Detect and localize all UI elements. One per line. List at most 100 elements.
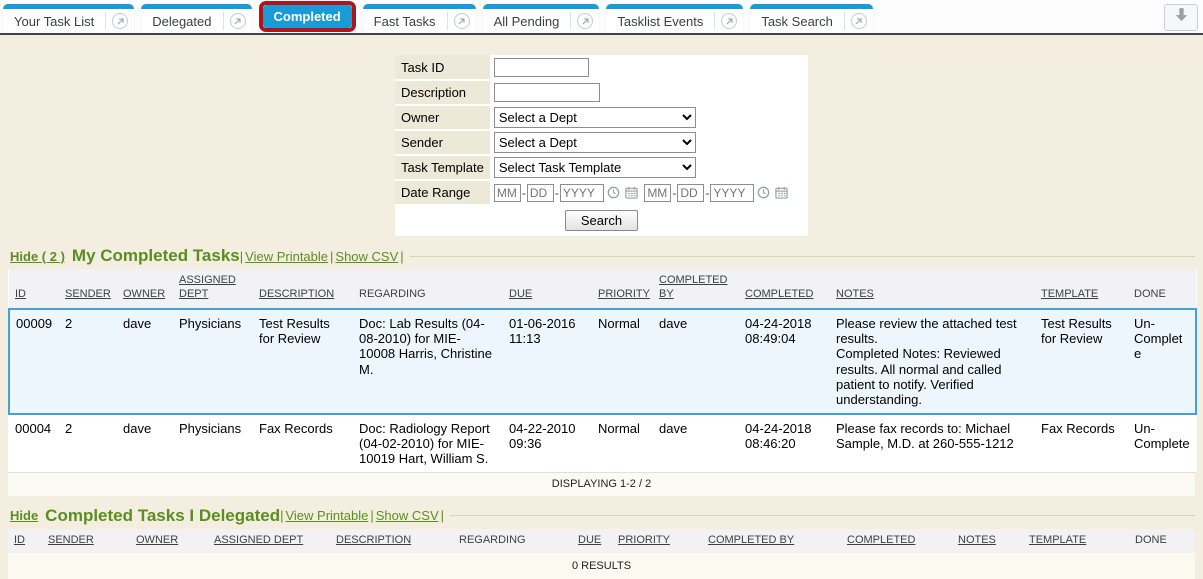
external-link-icon	[230, 13, 246, 29]
column-header-template[interactable]: TEMPLATE	[1023, 529, 1129, 553]
separator: |	[240, 249, 243, 264]
calendar-icon[interactable]	[625, 186, 638, 199]
column-header-id[interactable]: ID	[9, 269, 59, 309]
column-header-due[interactable]: DUE	[572, 529, 612, 553]
end-month-input[interactable]	[644, 184, 671, 202]
date-separator: -	[555, 186, 559, 200]
table-row[interactable]: 000042davePhysiciansFax RecordsDoc: Radi…	[9, 414, 1196, 472]
date-separator: -	[672, 186, 676, 200]
calendar-icon[interactable]	[775, 186, 788, 199]
tab-label: Your Task List	[3, 9, 105, 33]
cell-owner: dave	[117, 414, 173, 472]
tab-fast-tasks[interactable]: Fast Tasks	[363, 4, 476, 33]
column-header-sender[interactable]: SENDER	[42, 529, 130, 553]
column-header-done: DONE	[1129, 529, 1195, 553]
cell-done[interactable]: Un-Complete	[1128, 309, 1196, 414]
clock-icon[interactable]	[607, 186, 620, 199]
cell-due: 04-22-2010 09:36	[503, 414, 592, 472]
column-header-description[interactable]: DESCRIPTION	[330, 529, 453, 553]
hide-link[interactable]: Hide	[10, 508, 38, 523]
task-id-label: Task ID	[395, 55, 490, 80]
column-header-completed[interactable]: COMPLETED	[841, 529, 952, 553]
column-header-completed[interactable]: COMPLETED	[739, 269, 830, 309]
column-header-owner[interactable]: OWNER	[117, 269, 173, 309]
tab-open-new-window-button[interactable]	[715, 9, 743, 33]
column-header-completed-by[interactable]: COMPLETED BY	[653, 269, 739, 309]
end-day-input[interactable]	[677, 184, 704, 202]
cell-completed: 04-24-2018 08:46:20	[739, 414, 830, 472]
cell-description: Test Results for Review	[253, 309, 353, 414]
column-header-sender[interactable]: SENDER	[59, 269, 117, 309]
tab-task-search[interactable]: Task Search	[750, 4, 873, 33]
tab-open-new-window-button[interactable]	[106, 9, 134, 33]
cell-completed-by: dave	[653, 414, 739, 472]
highlight-annotation-box: Completed	[259, 1, 356, 32]
column-header-description[interactable]: DESCRIPTION	[253, 269, 353, 309]
show-csv-link[interactable]: Show CSV	[335, 249, 398, 264]
tab-open-new-window-button[interactable]	[845, 9, 873, 33]
cell-notes: Please review the attached test results.…	[830, 309, 1035, 414]
cell-template: Test Results for Review	[1035, 309, 1128, 414]
section-header: Hide ( 2 ) My Completed Tasks| View Prin…	[0, 244, 1203, 269]
task-id-input[interactable]	[494, 58, 589, 77]
start-day-input[interactable]	[527, 184, 554, 202]
cell-due: 01-06-2016 11:13	[503, 309, 592, 414]
cell-done[interactable]: Un-Complete	[1128, 414, 1196, 472]
tab-label: Task Search	[750, 9, 844, 33]
description-input[interactable]	[494, 83, 600, 102]
column-header-template[interactable]: TEMPLATE	[1035, 269, 1128, 309]
column-header-due[interactable]: DUE	[503, 269, 592, 309]
start-year-input[interactable]	[560, 184, 604, 202]
cell-sender: 2	[59, 309, 117, 414]
column-header-assigned-dept[interactable]: ASSIGNED DEPT	[208, 529, 330, 553]
tab-label: Completed	[263, 5, 352, 28]
task-template-select[interactable]: Select Task Template	[494, 157, 696, 178]
column-header-notes[interactable]: NOTES	[952, 529, 1023, 553]
legend-rule	[450, 515, 1195, 516]
column-header-notes[interactable]: NOTES	[830, 269, 1035, 309]
separator: |	[330, 249, 333, 264]
cell-regarding: Doc: Lab Results (04-08-2010) for MIE-10…	[353, 309, 503, 414]
column-header-priority[interactable]: PRIORITY	[612, 529, 702, 553]
column-header-id[interactable]: ID	[8, 529, 42, 553]
hide-link[interactable]: Hide ( 2 )	[10, 249, 65, 264]
column-header-completed-by[interactable]: COMPLETED BY	[702, 529, 841, 553]
date-range-label: Date Range	[395, 180, 490, 205]
tab-all-pending[interactable]: All Pending	[483, 4, 600, 33]
tab-your-task-list[interactable]: Your Task List	[3, 4, 134, 33]
tab-tasklist-events[interactable]: Tasklist Events	[606, 4, 743, 33]
task-search-form: Task ID Description Owner Select a Dept …	[395, 55, 808, 236]
view-printable-link[interactable]: View Printable	[285, 508, 368, 523]
tab-open-new-window-button[interactable]	[224, 9, 252, 33]
separator: |	[441, 508, 444, 523]
tab-bar: Your Task List Delegated Completed Fast Tas…	[0, 0, 1203, 35]
cell-priority: Normal	[592, 309, 653, 414]
tab-open-new-window-button[interactable]	[571, 9, 599, 33]
cell-assigned-dept: Physicians	[173, 309, 253, 414]
external-link-icon	[851, 13, 867, 29]
separator: |	[280, 508, 283, 523]
column-header-assigned-dept[interactable]: ASSIGNED DEPT	[173, 269, 253, 309]
owner-select[interactable]: Select a Dept	[494, 107, 696, 128]
download-button[interactable]	[1164, 4, 1198, 31]
start-month-input[interactable]	[494, 184, 521, 202]
description-label: Description	[395, 80, 490, 105]
tab-completed[interactable]: Completed	[263, 5, 352, 28]
view-printable-link[interactable]: View Printable	[245, 249, 328, 264]
my-completed-tasks-section: Hide ( 2 ) My Completed Tasks| View Prin…	[0, 244, 1203, 496]
section-header: Hide Completed Tasks I Delegated| View P…	[0, 504, 1203, 529]
results-count: 0 RESULTS	[8, 553, 1195, 579]
search-button[interactable]: Search	[565, 210, 638, 231]
show-csv-link[interactable]: Show CSV	[376, 508, 439, 523]
end-year-input[interactable]	[710, 184, 754, 202]
tab-label: Delegated	[141, 9, 222, 33]
table-row[interactable]: 000092davePhysiciansTest Results for Rev…	[9, 309, 1196, 414]
sender-select[interactable]: Select a Dept	[494, 132, 696, 153]
cell-sender: 2	[59, 414, 117, 472]
tab-delegated[interactable]: Delegated	[141, 4, 251, 33]
clock-icon[interactable]	[757, 186, 770, 199]
column-header-priority[interactable]: PRIORITY	[592, 269, 653, 309]
cell-completed-by: dave	[653, 309, 739, 414]
column-header-owner[interactable]: OWNER	[130, 529, 208, 553]
tab-open-new-window-button[interactable]	[448, 9, 476, 33]
